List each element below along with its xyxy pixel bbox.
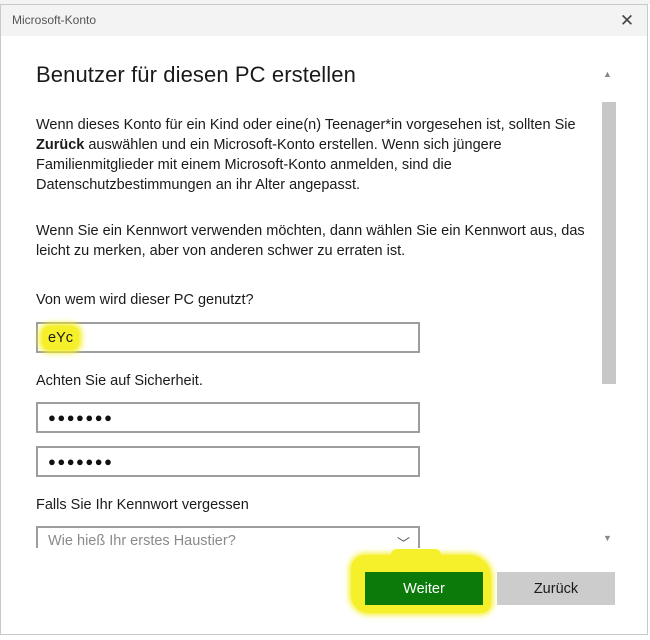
scrollbar-thumb[interactable] bbox=[602, 102, 616, 384]
security-label: Achten Sie auf Sicherheit. bbox=[36, 373, 203, 389]
password-field[interactable]: ●●●●●●● bbox=[36, 402, 420, 433]
password-value: ●●●●●●● bbox=[48, 410, 114, 425]
username-field[interactable]: eYc bbox=[36, 322, 420, 353]
security-question-dropdown[interactable]: Wie hieß Ihr erstes Haustier? ﹀ bbox=[36, 526, 420, 548]
page-title: Benutzer für diesen PC erstellen bbox=[36, 62, 356, 87]
close-icon[interactable]: ✕ bbox=[615, 9, 639, 33]
background-fragment bbox=[170, 0, 194, 3]
scroll-up-icon[interactable]: ▲ bbox=[603, 69, 612, 79]
info-text-start: Wenn dieses Konto für ein Kind oder eine… bbox=[36, 117, 576, 133]
password-hint: Wenn Sie ein Kennwort verwenden möchten,… bbox=[36, 223, 585, 259]
child-account-info: Wenn dieses Konto für ein Kind oder eine… bbox=[36, 115, 596, 195]
username-value: eYc bbox=[42, 325, 79, 350]
title-bar: Microsoft-Konto ✕ bbox=[1, 5, 647, 36]
forgot-password-label: Falls Sie Ihr Kennwort vergessen bbox=[36, 497, 249, 513]
next-button[interactable]: Weiter bbox=[365, 572, 483, 605]
password-confirm-value: ●●●●●●● bbox=[48, 454, 114, 469]
window-title: Microsoft-Konto bbox=[12, 13, 97, 27]
security-question-placeholder: Wie hieß Ihr erstes Haustier? bbox=[48, 533, 236, 548]
username-label: Von wem wird dieser PC genutzt? bbox=[36, 292, 254, 308]
scroll-down-icon[interactable]: ▼ bbox=[603, 533, 612, 543]
vertical-scrollbar[interactable]: ▲ ▼ bbox=[600, 65, 618, 545]
password-confirm-field[interactable]: ●●●●●●● bbox=[36, 446, 420, 477]
dialog-content: Benutzer für diesen PC erstellen Wenn di… bbox=[1, 36, 601, 548]
dialog-window: Microsoft-Konto ✕ Benutzer für diesen PC… bbox=[0, 4, 648, 635]
info-text-end: auswählen und ein Microsoft-Konto erstel… bbox=[36, 137, 502, 193]
back-button[interactable]: Zurück bbox=[497, 572, 615, 605]
chevron-down-icon: ﹀ bbox=[396, 536, 410, 548]
info-text-bold: Zurück bbox=[36, 137, 85, 153]
